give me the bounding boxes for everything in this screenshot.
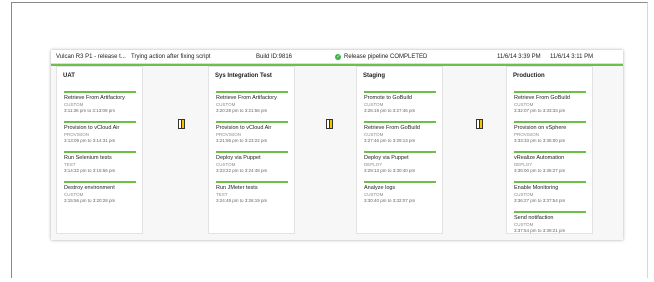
task-card[interactable]: Provision to vCloud Air PROVISION 3:13:0… [64,121,136,143]
task-name: Run JMeter tests [216,185,258,191]
task-card[interactable]: Send notifaction CUSTOM 3:37:54 pm to 3:… [514,211,586,233]
stage-uat: UAT Retrieve From Artifactory CUSTOM 3:1… [56,66,143,234]
task-time: 3:15:56 pm to 3:20:28 pm [64,197,116,203]
task-name: Deploy via Puppet [364,155,409,161]
task-time: 3:11:36 pm to 3:13:09 pm [64,107,115,113]
task-time: 3:20:28 pm to 3:21:56 pm [216,107,268,113]
pipeline-end-time: 11/6/14 3:11 PM [550,54,594,60]
task-time: 3:29:13 pm to 3:30:40 pm [364,167,416,173]
task-time: 3:32:07 pm to 3:33:33 pm [514,107,566,113]
task-time: 3:35:00 pm to 3:36:27 pm [514,167,566,173]
task-card[interactable]: Run JMeter tests TEST 3:24:48 pm to 3:26… [216,181,288,203]
pipeline-start-time: 11/6/14 3:39 PM [497,54,541,60]
task-name: Retrieve From GoBuild [514,95,570,101]
task-time: 3:14:32 pm to 3:15:56 pm [64,167,116,173]
task-card[interactable]: Enable Monitoring CUSTOM 3:36:27 pm to 3… [514,181,586,203]
task-name: Destroy environment [64,185,115,191]
stage-title: Sys Integration Test [215,73,272,79]
release-pipeline-view: Vulcan R3 P1 - release t... Trying actio… [51,50,623,240]
stage-production: Production Retrieve From GoBuild CUSTOM … [506,66,593,234]
pipeline-status-bar: Vulcan R3 P1 - release t... Trying actio… [51,50,623,64]
task-time: 3:30:40 pm to 3:32:07 pm [364,197,416,203]
task-time: 3:33:33 pm to 3:35:00 pm [514,137,566,143]
approval-gate-icon[interactable] [326,119,334,129]
stage-staging: Staging Promote to GoBuild CUSTOM 3:26:1… [356,66,443,234]
task-name: Run Selenium tests [64,155,112,161]
task-time: 3:13:09 pm to 3:14:31 pm [64,137,116,143]
task-name: Retrieve From Artifactory [216,95,277,101]
stage-sys-integration-test: Sys Integration Test Retrieve From Artif… [208,66,295,234]
task-card[interactable]: Deploy via Puppet DEPLOY 3:29:13 pm to 3… [364,151,436,173]
task-name: Provision to vCloud Air [216,125,272,131]
approval-gate-icon[interactable] [476,119,484,129]
approval-gate-icon[interactable] [178,119,186,129]
task-card[interactable]: Retrieve From GoBuild CUSTOM 3:32:07 pm … [514,91,586,113]
task-time: 3:37:54 pm to 3:39:21 pm [514,227,566,233]
task-name: Analyze logs [364,185,396,191]
build-id: Build ID:9816 [256,54,293,60]
task-card[interactable]: Retrieve From GoBuild CUSTOM 3:27:46 pm … [364,121,436,143]
task-card[interactable]: Provision to vCloud Air PROVISION 3:21:5… [216,121,288,143]
task-name: vRealize Automation [514,155,565,161]
task-name: Enable Monitoring [514,185,559,191]
task-name: Send notifaction [514,215,554,221]
task-card[interactable]: Retrieve From Artifactory CUSTOM 3:11:36… [64,91,136,113]
task-name: Provision to vCloud Air [64,125,120,131]
pipeline-status: ✓ Release pipeline COMPLETED [335,54,427,60]
task-time: 3:26:19 pm to 3:27:46 pm [364,107,416,113]
task-time: 3:36:27 pm to 3:37:54 pm [514,197,566,203]
task-card[interactable]: Retrieve From Artifactory CUSTOM 3:20:28… [216,91,288,113]
stage-title: Production [513,73,545,79]
pipeline-title[interactable]: Vulcan R3 P1 - release t... [56,54,126,60]
task-name: Retrieve From Artifactory [64,95,125,101]
pipeline-status-text: Release pipeline COMPLETED [344,54,428,60]
task-card[interactable]: vRealize Automation DEPLOY 3:35:00 pm to… [514,151,586,173]
task-time: 3:27:46 pm to 3:29:13 pm [364,137,416,143]
task-card[interactable]: Destroy environment CUSTOM 3:15:56 pm to… [64,181,136,203]
task-card[interactable]: Deploy via Puppet CUSTOM 3:23:22 pm to 3… [216,151,288,173]
stage-title: UAT [63,73,75,79]
pipeline-action-comment: Trying action after fixing script [131,54,211,60]
task-name: Deploy via Puppet [216,155,261,161]
task-time: 3:23:22 pm to 3:24:48 pm [216,167,268,173]
task-time: 3:24:48 pm to 3:26:19 pm [216,197,268,203]
task-name: Promote to GoBuild [364,95,412,101]
task-card[interactable]: Promote to GoBuild CUSTOM 3:26:19 pm to … [364,91,436,113]
task-card[interactable]: Analyze logs CUSTOM 3:30:40 pm to 3:32:0… [364,181,436,203]
stage-title: Staging [363,73,385,79]
task-card[interactable]: Provision on vSphere PROVISION 3:33:33 p… [514,121,586,143]
task-time: 3:21:56 pm to 3:23:22 pm [216,137,268,143]
task-name: Provision on vSphere [514,125,567,131]
task-name: Retrieve From GoBuild [364,125,420,131]
check-circle-icon: ✓ [335,54,341,60]
task-card[interactable]: Run Selenium tests TEST 3:14:32 pm to 3:… [64,151,136,173]
